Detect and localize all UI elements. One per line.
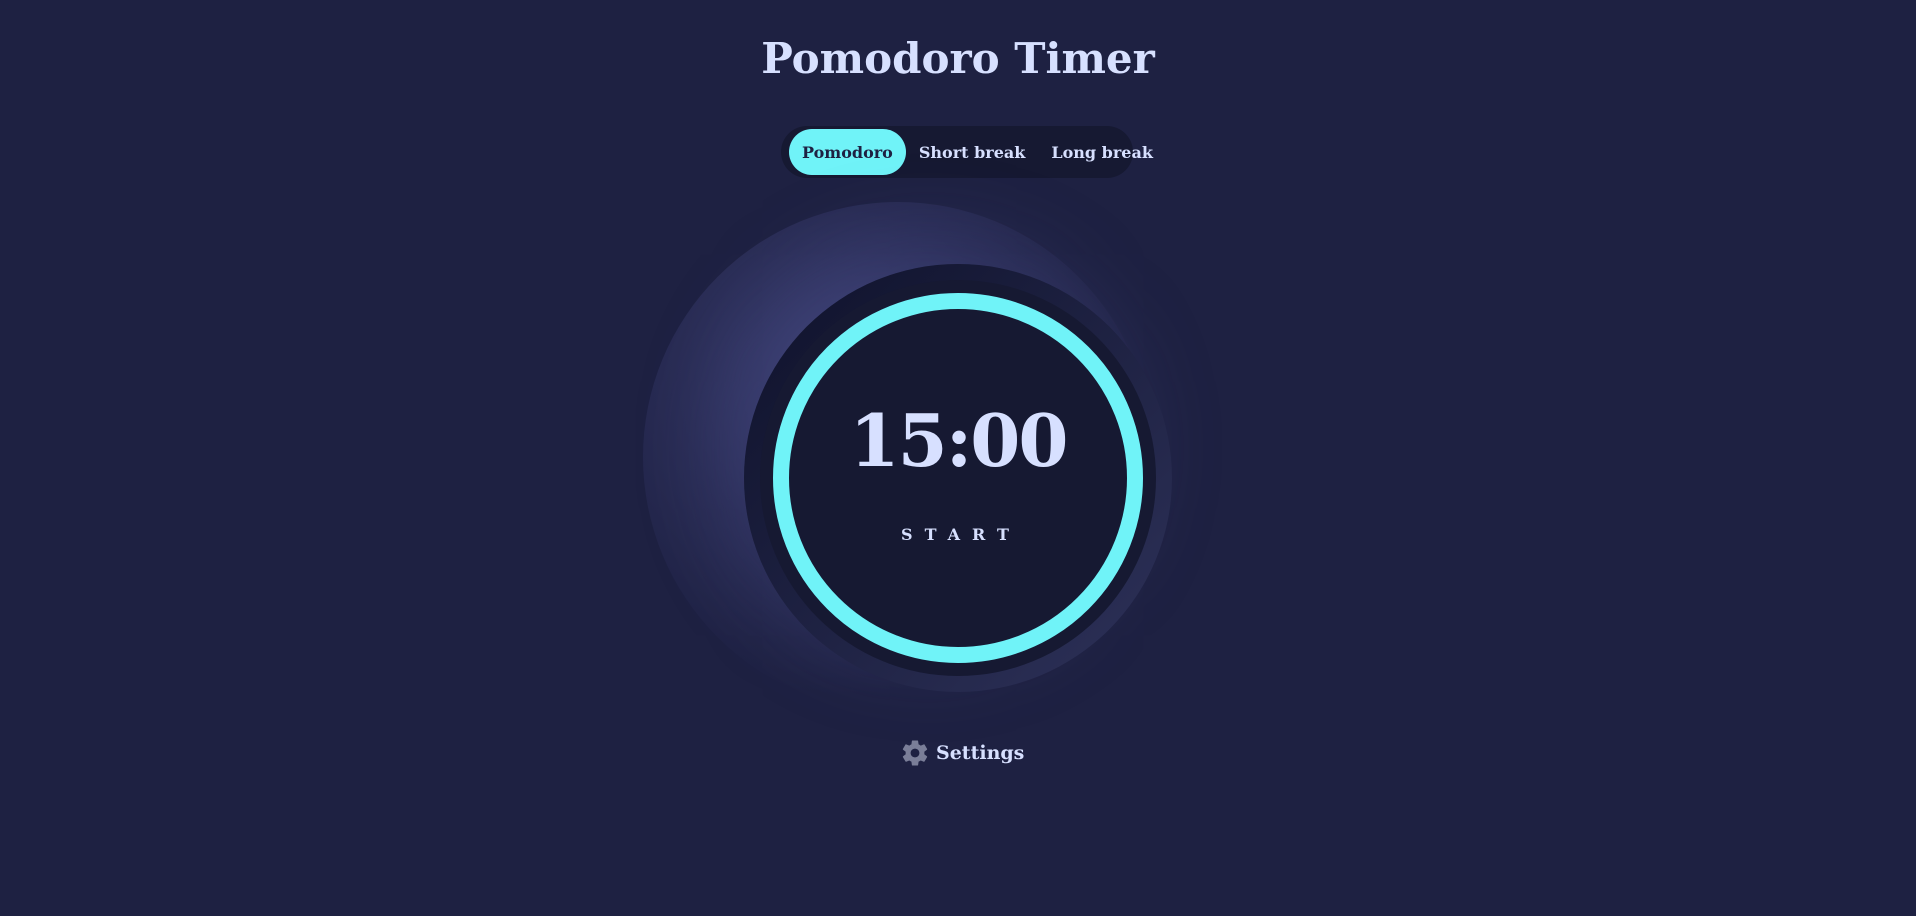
start-button[interactable]: START xyxy=(808,524,1108,545)
pomodoro-page: Pomodoro Timer Pomodoro Short break Long… xyxy=(0,0,1916,916)
mode-tab-pomodoro[interactable]: Pomodoro xyxy=(789,129,906,175)
gear-icon xyxy=(900,738,930,768)
settings-label: Settings xyxy=(936,742,1025,764)
mode-tab-short-break[interactable]: Short break xyxy=(906,129,1039,175)
mode-selector: Pomodoro Short break Long break xyxy=(781,126,1153,178)
page-title: Pomodoro Timer xyxy=(761,34,1155,83)
mode-tab-long-break[interactable]: Long break xyxy=(1038,129,1166,175)
settings-button[interactable]: Settings xyxy=(900,738,1024,768)
timer-display: 15:00 xyxy=(849,398,1069,483)
